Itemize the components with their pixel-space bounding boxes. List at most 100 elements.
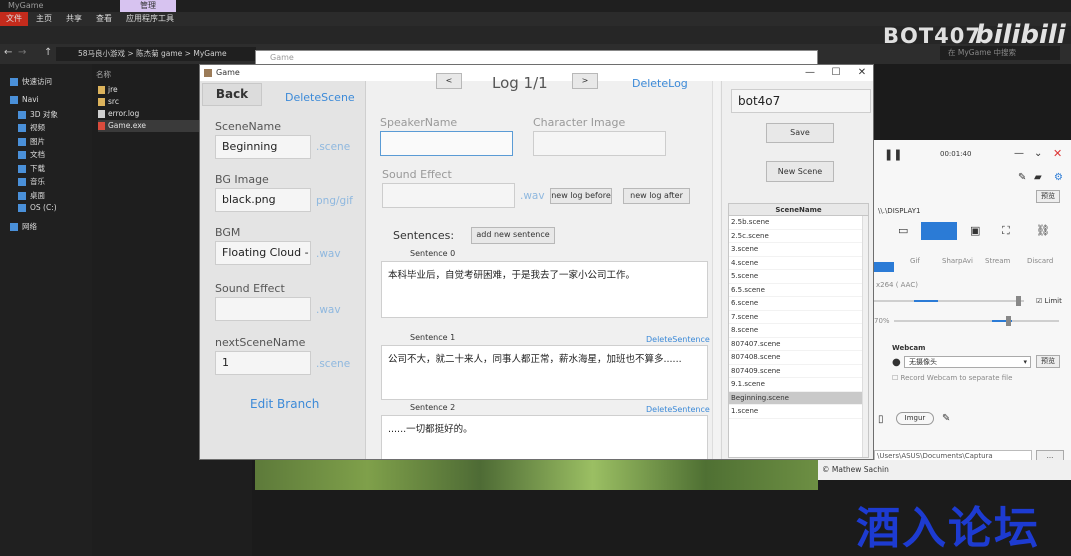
back-button[interactable]: Back — [202, 83, 262, 106]
prev-log-button[interactable]: < — [436, 73, 462, 89]
sentence-text-area[interactable]: ......一切都挺好的。 — [381, 415, 708, 459]
region-icon[interactable]: ▣ — [970, 224, 980, 237]
nav-os-c[interactable]: OS (C:) — [18, 203, 57, 212]
pause-icon[interactable]: ❚❚ — [884, 148, 902, 161]
tab-stream[interactable]: Stream — [985, 257, 1010, 265]
tab-discard[interactable]: Discard — [1027, 257, 1053, 265]
gear-icon[interactable]: ⚙ — [1054, 172, 1063, 183]
encoder-tab-active[interactable] — [874, 262, 894, 272]
table-row[interactable]: 2.5c.scene — [729, 230, 868, 243]
close-icon[interactable]: ✕ — [1053, 147, 1062, 160]
table-row[interactable]: 807407.scene — [729, 338, 868, 351]
breadcrumb-item[interactable]: 58马良小游戏 — [78, 49, 125, 58]
add-sentence-button[interactable]: add new sentence — [471, 227, 555, 244]
scene-table-scrollbar[interactable] — [862, 216, 868, 457]
nav-documents[interactable]: 文档 — [18, 149, 45, 160]
forward-arrow-icon[interactable]: → — [18, 47, 26, 58]
table-row[interactable]: 807408.scene — [729, 351, 868, 365]
table-row[interactable]: 8.scene — [729, 324, 868, 338]
nav-3d[interactable]: 3D 对象 — [18, 109, 58, 120]
manage-tab[interactable]: 管理 — [120, 0, 176, 12]
table-row[interactable]: 2.5b.scene — [729, 216, 868, 230]
table-row[interactable]: 6.scene — [729, 297, 868, 311]
nav-pictures[interactable]: 图片 — [18, 136, 45, 147]
table-row-selected[interactable]: Beginning.scene — [729, 391, 868, 405]
edit-branch-link[interactable]: Edit Branch — [250, 397, 319, 411]
nav-navi[interactable]: Navi — [10, 95, 39, 104]
close-icon[interactable]: ✕ — [849, 65, 873, 81]
minimize-icon[interactable]: — — [797, 65, 823, 81]
breadcrumb-item[interactable]: 陈杰菊 game — [136, 49, 182, 58]
bgm-field[interactable]: Floating Cloud - ! — [215, 241, 311, 265]
editor-scrollbar[interactable] — [712, 81, 720, 459]
scene-name-field[interactable]: Beginning — [215, 135, 311, 159]
webcam-preview-button[interactable]: 预览 — [1036, 355, 1060, 368]
maximize-icon[interactable]: ☐ — [823, 65, 849, 81]
clipboard-icon[interactable]: ▯ — [878, 414, 884, 425]
bg-image-field[interactable]: black.png — [215, 188, 311, 212]
character-image-field[interactable] — [533, 131, 666, 156]
nav-quick-access[interactable]: 快速访问 — [10, 76, 52, 87]
window-icon[interactable]: ▭ — [898, 224, 908, 237]
tab-home[interactable]: 主页 — [30, 12, 58, 26]
limit-checkbox[interactable]: ☑ Limit — [1036, 297, 1062, 305]
tab-view[interactable]: 查看 — [90, 12, 118, 26]
table-row[interactable]: 1.scene — [729, 405, 868, 419]
tab-share[interactable]: 共享 — [60, 12, 88, 26]
next-log-button[interactable]: > — [572, 73, 598, 89]
record-webcam-checkbox[interactable]: ☐ Record Webcam to separate file — [892, 374, 1012, 382]
sentence-label: Sentence 2 — [410, 403, 456, 412]
imgur-button[interactable]: Imgur — [896, 412, 934, 425]
new-log-after-button[interactable]: new log after — [623, 188, 690, 204]
back-arrow-icon[interactable]: ← — [4, 47, 12, 58]
preview-button[interactable]: 预览 — [1036, 190, 1060, 203]
delete-log-link[interactable]: DeleteLog — [632, 77, 688, 90]
chevron-down-icon[interactable]: ⌄ — [1034, 148, 1042, 159]
tab-sharpavi[interactable]: SharpAvi — [942, 257, 973, 265]
next-scene-field[interactable]: 1 — [215, 351, 311, 375]
minimize-icon[interactable]: — — [1014, 148, 1024, 159]
table-row[interactable]: 7.scene — [729, 311, 868, 324]
table-row[interactable]: 3.scene — [729, 243, 868, 257]
webcam-select[interactable]: 无摄像头 ▾ — [904, 356, 1031, 368]
tab-app-tools[interactable]: 应用程序工具 — [120, 12, 180, 26]
table-row[interactable]: 6.5.scene — [729, 284, 868, 297]
link-icon[interactable]: ⛓ — [1036, 224, 1050, 237]
project-name-field[interactable]: bot4o7 — [731, 89, 871, 113]
nav-music[interactable]: 音乐 — [18, 176, 45, 187]
breadcrumb[interactable]: 58马良小游戏 > 陈杰菊 game > MyGame — [56, 47, 256, 61]
table-row[interactable]: 807409.scene — [729, 365, 868, 378]
delete-scene-link[interactable]: DeleteScene — [285, 91, 355, 104]
delete-sentence-link[interactable]: DeleteSentence — [646, 335, 710, 344]
delete-sentence-link[interactable]: DeleteSentence — [646, 405, 710, 414]
scene-table-header[interactable]: SceneName — [729, 204, 868, 216]
breadcrumb-item[interactable]: MyGame — [193, 49, 226, 58]
encoder-select[interactable]: x264 ( AAC) — [876, 281, 918, 289]
tab-file[interactable]: 文件 — [0, 12, 28, 26]
table-row[interactable]: 9.1.scene — [729, 378, 868, 392]
table-row[interactable]: 5.scene — [729, 270, 868, 284]
nav-network[interactable]: 网络 — [10, 221, 37, 232]
up-arrow-icon[interactable]: ↑ — [44, 47, 52, 58]
pen-icon[interactable]: ✎ — [1018, 172, 1026, 183]
sentence-text-area[interactable]: 公司不大，就二十来人，同事人都正常，薪水海星，加班也不算多...... — [381, 345, 708, 400]
new-log-before-button[interactable]: new log before — [550, 188, 612, 204]
nav-downloads[interactable]: 下载 — [18, 163, 45, 174]
speaker-name-field[interactable] — [380, 131, 513, 156]
sentence-text-area[interactable]: 本科毕业后，自觉考研困难，于是我去了一家小公司工作。 — [381, 261, 708, 318]
quality-slider-handle[interactable] — [1016, 296, 1021, 306]
new-scene-button[interactable]: New Scene — [766, 161, 834, 182]
sound-effect-field[interactable] — [215, 297, 311, 321]
log-sound-effect-field[interactable] — [382, 183, 515, 208]
column-header-name[interactable]: 名称 — [96, 69, 111, 80]
tab-gif[interactable]: Gif — [910, 257, 920, 265]
table-row[interactable]: 4.scene — [729, 257, 868, 270]
folder-icon[interactable]: ▰ — [1034, 172, 1042, 183]
fullscreen-icon[interactable]: ⛶ — [1002, 224, 1010, 238]
screen-icon[interactable] — [921, 222, 957, 240]
nav-desktop[interactable]: 桌面 — [18, 190, 45, 201]
save-button[interactable]: Save — [766, 123, 834, 143]
nav-videos[interactable]: 视频 — [18, 122, 45, 133]
fps-slider-handle[interactable] — [1006, 316, 1011, 326]
edit-icon[interactable]: ✎ — [942, 413, 950, 424]
